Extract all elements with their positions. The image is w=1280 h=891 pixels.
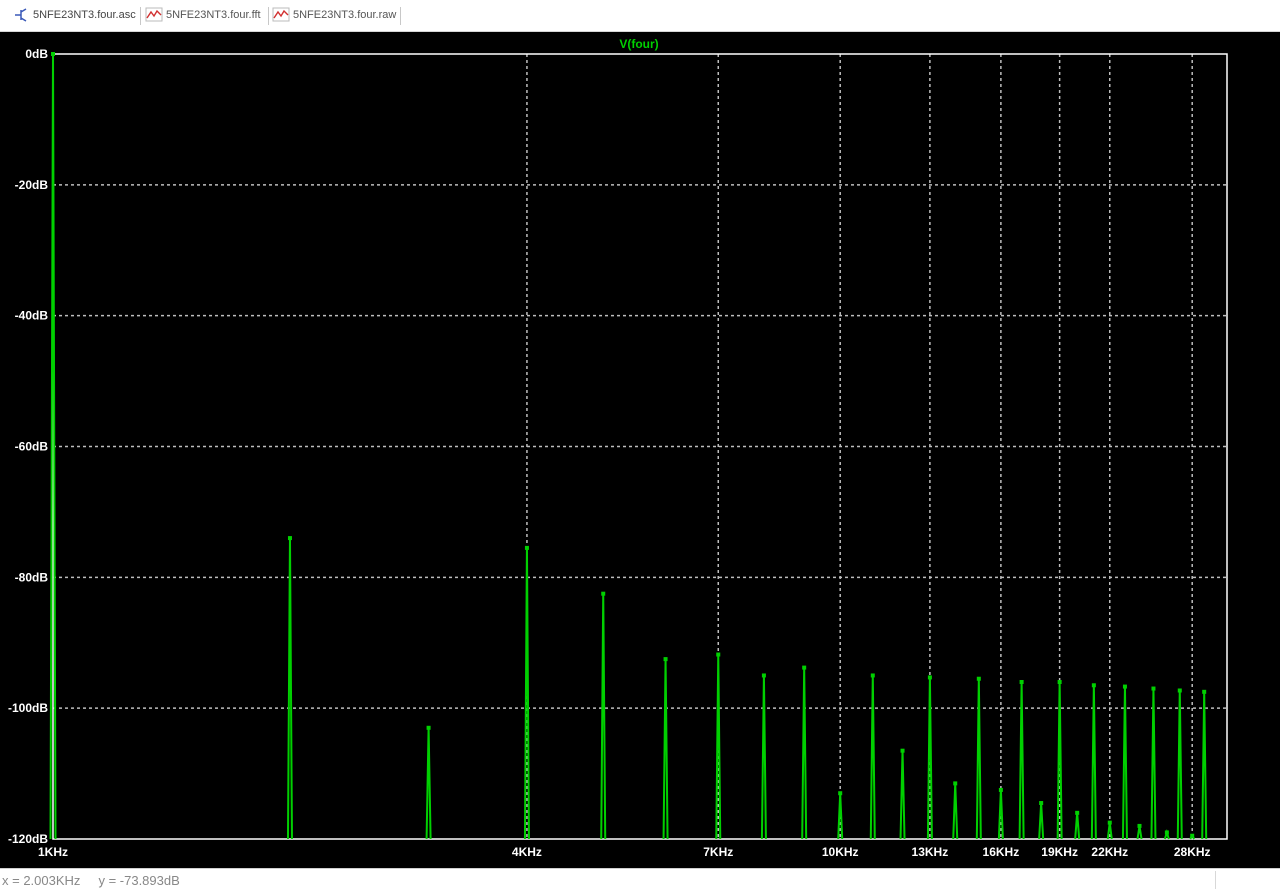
grid-lines <box>53 54 1227 839</box>
x-tick-label: 10KHz <box>822 845 859 859</box>
y-tick-label: -80dB <box>15 570 49 584</box>
spectral-peak <box>975 678 982 840</box>
spectral-peak <box>997 789 1004 840</box>
x-tick-label: 1KHz <box>38 845 68 859</box>
x-tick-label: 4KHz <box>512 845 542 859</box>
peak-marker <box>976 676 981 681</box>
peak-marker <box>1190 833 1195 838</box>
tab-separator <box>400 7 401 25</box>
peak-marker <box>1057 680 1062 684</box>
cursor-readout: x = 2.003KHz y = -73.893dB <box>2 873 180 888</box>
spectral-peak <box>523 547 530 840</box>
spectral-peak <box>1150 688 1157 840</box>
peak-marker <box>761 673 766 678</box>
peak-marker <box>1091 683 1096 688</box>
spectral-peak <box>952 783 959 840</box>
trace-title[interactable]: V(four) <box>619 37 658 51</box>
peak-marker <box>1075 810 1080 815</box>
spectral-peak <box>286 538 293 840</box>
tab-label: 5NFE23NT3.four.asc <box>33 9 136 21</box>
schematic-icon <box>12 7 30 23</box>
spectral-peak <box>1121 686 1128 840</box>
y-tick-label: -100dB <box>8 701 48 715</box>
spectral-peak <box>760 675 767 840</box>
status-bar: x = 2.003KHz y = -73.893dB <box>0 868 1280 891</box>
spectral-peak <box>1056 681 1063 840</box>
x-tick-label: 7KHz <box>703 845 733 859</box>
spectral-peak <box>1018 681 1025 840</box>
plot-pane[interactable]: 0dB -20dB -40dB -60dB -80dB -100dB -120dB 1KHz… <box>0 32 1280 868</box>
peak-marker <box>663 657 668 662</box>
peak-marker <box>953 781 958 786</box>
peak-marker <box>1137 823 1142 828</box>
spectral-peak <box>1038 802 1045 840</box>
spectral-peak <box>1176 690 1183 840</box>
y-tick-label: -60dB <box>15 440 49 454</box>
peak-marker <box>524 545 529 550</box>
peak-marker <box>927 675 932 680</box>
peak-marker <box>426 725 431 730</box>
y-tick-label: -40dB <box>15 309 49 323</box>
peak-marker <box>1019 680 1024 684</box>
spectral-peak <box>425 727 432 840</box>
spectral-peak <box>600 593 607 840</box>
spectral-peak <box>1201 691 1208 840</box>
spectral-peak <box>837 793 844 840</box>
peak-marker <box>1177 688 1182 693</box>
spectral-peak <box>869 675 876 840</box>
waveform-icon <box>145 7 163 23</box>
x-readout: x = 2.003KHz <box>2 873 81 888</box>
x-axis-ticks: 1KHz 4KHz 7KHz 10KHz 13KHz 16KHz 19KHz 22KHz 28K… <box>38 845 1211 859</box>
spectral-peak <box>1074 812 1081 840</box>
y-tick-label: 0dB <box>25 47 48 61</box>
status-panel <box>1215 871 1278 889</box>
tab-asc[interactable]: 5NFE23NT3.four.asc <box>12 4 136 26</box>
x-tick-label: 28KHz <box>1174 845 1211 859</box>
peak-marker <box>1202 689 1207 694</box>
spectral-peak <box>899 750 906 840</box>
y-readout: y = -73.893dB <box>98 873 180 888</box>
peak-marker <box>838 791 843 796</box>
tab-separator <box>268 7 269 25</box>
x-tick-label: 22KHz <box>1091 845 1128 859</box>
series-trace <box>49 52 1208 840</box>
peak-marker <box>998 787 1003 792</box>
document-tab-bar: 5NFE23NT3.four.asc 5NFE23NT3.four.fft 5N… <box>0 0 1280 32</box>
peak-marker <box>1039 801 1044 806</box>
peak-marker <box>870 673 875 678</box>
peak-marker <box>802 665 807 670</box>
peak-marker <box>1164 830 1169 835</box>
fft-plot[interactable]: 0dB -20dB -40dB -60dB -80dB -100dB -120dB 1KHz… <box>0 32 1280 868</box>
peak-marker <box>716 652 721 657</box>
x-tick-label: 19KHz <box>1041 845 1078 859</box>
tab-fft[interactable]: 5NFE23NT3.four.fft <box>145 4 261 26</box>
peak-marker <box>900 748 905 753</box>
x-tick-label: 16KHz <box>983 845 1020 859</box>
tab-label: 5NFE23NT3.four.fft <box>166 9 261 21</box>
trace-layer <box>49 52 1208 840</box>
tab-separator <box>140 7 141 25</box>
tab-raw[interactable]: 5NFE23NT3.four.raw <box>272 4 396 26</box>
peak-marker <box>1122 684 1127 689</box>
peak-marker <box>1107 820 1112 825</box>
peak-marker <box>51 52 55 56</box>
y-tick-label: -120dB <box>8 832 48 846</box>
spectral-peak <box>926 677 933 840</box>
tab-label: 5NFE23NT3.four.raw <box>293 9 397 21</box>
x-tick-label: 13KHz <box>912 845 949 859</box>
waveform-icon <box>272 7 290 23</box>
spectral-peak <box>801 667 808 840</box>
spectral-peak <box>662 659 669 840</box>
peak-marker <box>1151 686 1156 691</box>
peak-marker <box>287 536 292 541</box>
y-tick-label: -20dB <box>15 178 49 192</box>
peak-marker <box>601 591 606 596</box>
y-axis-ticks: 0dB -20dB -40dB -60dB -80dB -100dB -120dB <box>8 47 48 846</box>
